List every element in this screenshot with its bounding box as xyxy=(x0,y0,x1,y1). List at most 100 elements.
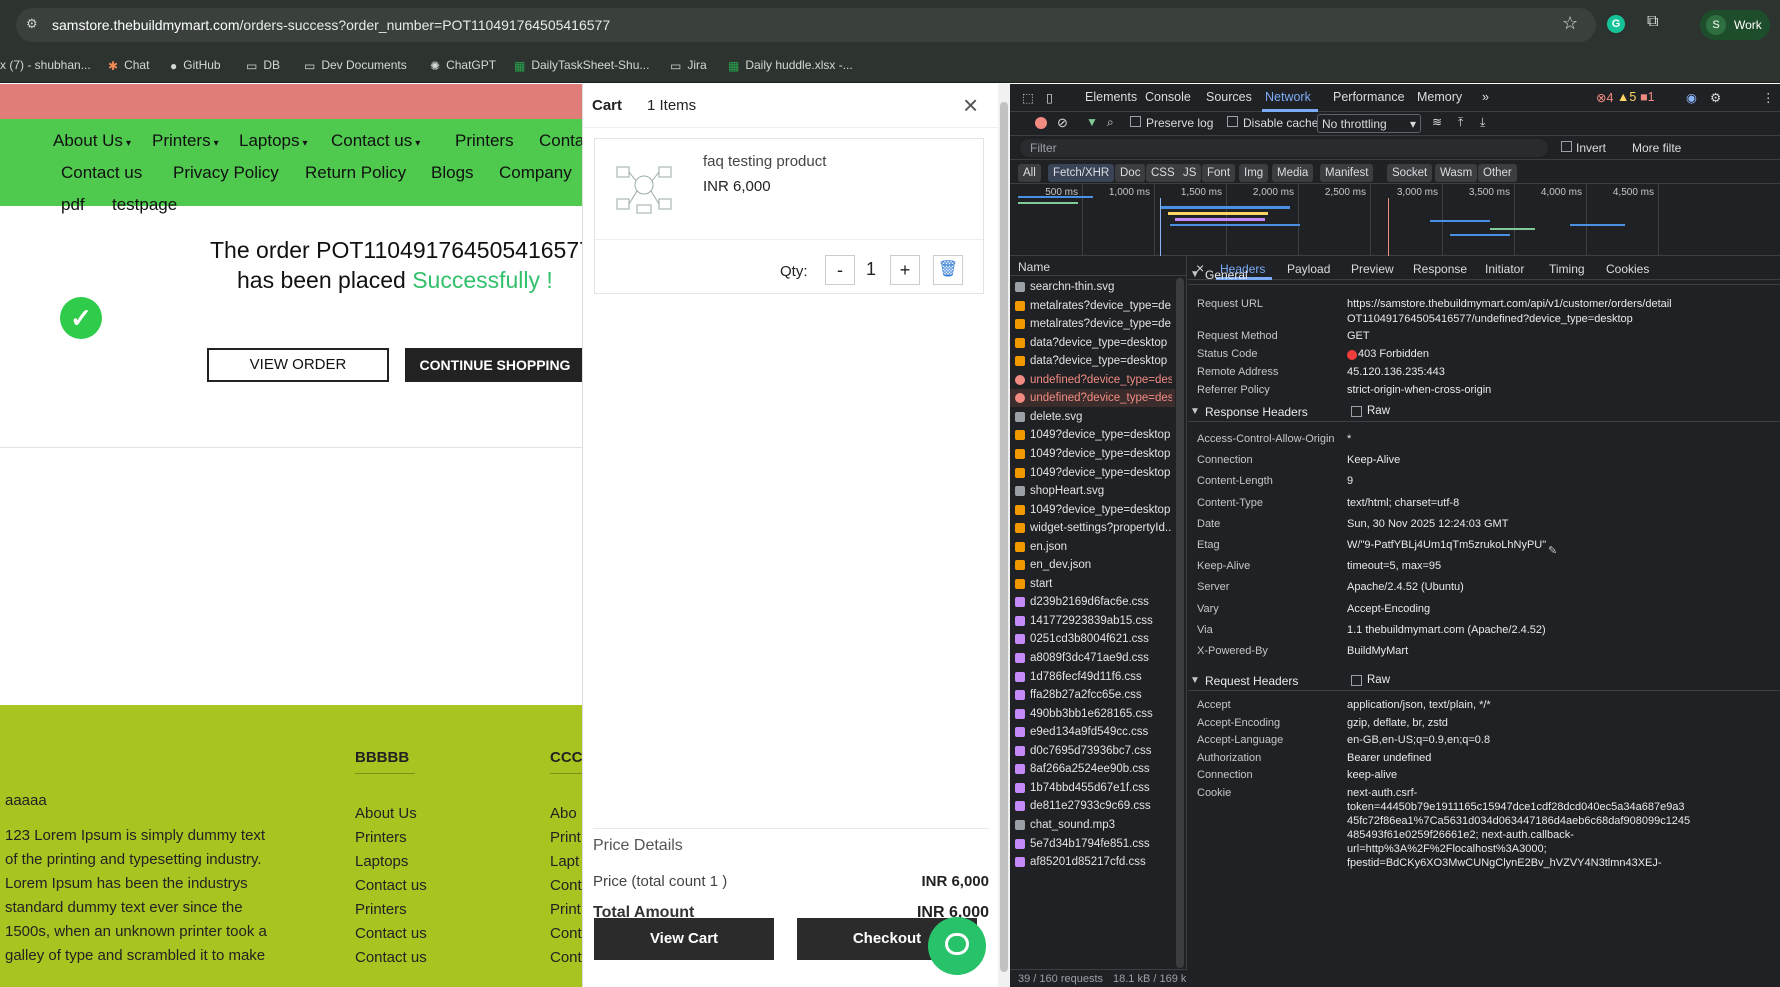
nav-contact-us-3[interactable]: Contact us xyxy=(61,163,142,183)
device-toolbar-icon[interactable]: ▯ xyxy=(1046,90,1053,105)
request-row[interactable]: a8089f3dc471ae9d.css xyxy=(1010,649,1175,667)
footer-link[interactable]: Printers xyxy=(355,901,407,918)
bookmark-item[interactable]: x (7) - shubhan... xyxy=(0,58,91,72)
tab-memory[interactable]: Memory xyxy=(1417,90,1462,104)
import-icon[interactable]: ⤒ xyxy=(1458,115,1463,130)
raw-checkbox[interactable] xyxy=(1351,406,1362,417)
view-order-button[interactable]: VIEW ORDER xyxy=(207,348,389,382)
filter-wasm[interactable]: Wasm xyxy=(1435,164,1478,182)
request-row[interactable]: delete.svg xyxy=(1010,408,1175,426)
tab-performance[interactable]: Performance xyxy=(1333,90,1405,104)
request-row[interactable]: 1b74bbd455d67e1f.css xyxy=(1010,779,1175,797)
cart-scrollbar[interactable] xyxy=(998,84,1010,987)
nav-contact-us[interactable]: Contact us ▾ xyxy=(331,131,420,151)
chat-widget-button[interactable] xyxy=(928,917,986,975)
grammarly-icon[interactable]: G xyxy=(1607,15,1625,33)
throttling-select[interactable]: No throttling ▾ xyxy=(1317,114,1421,133)
request-row[interactable]: af85201d85217cfd.css xyxy=(1010,853,1175,871)
bookmark-item[interactable]: ▦ Daily huddle.xlsx -... xyxy=(728,58,853,73)
request-row[interactable]: start xyxy=(1010,575,1175,593)
request-row[interactable]: metalrates?device_type=de... xyxy=(1010,315,1175,333)
tab-headers[interactable]: Headers xyxy=(1220,262,1265,276)
filter-doc[interactable]: Doc xyxy=(1115,164,1146,182)
request-row[interactable]: 1049?device_type=desktop xyxy=(1010,426,1175,444)
nav-return-policy[interactable]: Return Policy xyxy=(305,163,406,183)
footer-link[interactable]: Contact us xyxy=(355,877,427,894)
continue-shopping-button[interactable]: CONTINUE SHOPPING xyxy=(405,348,582,382)
tab-timing[interactable]: Timing xyxy=(1549,262,1585,276)
bookmark-item[interactable]: ▭ DB xyxy=(246,58,280,73)
qty-minus-button[interactable]: - xyxy=(825,255,855,285)
tab-console[interactable]: Console xyxy=(1145,90,1191,104)
item-name[interactable]: faq testing product xyxy=(703,153,826,170)
raw-checkbox[interactable] xyxy=(1351,675,1362,686)
request-row[interactable]: shopHeart.svg xyxy=(1010,482,1175,500)
filter-other[interactable]: Other xyxy=(1478,164,1517,182)
request-row[interactable]: metalrates?device_type=de... xyxy=(1010,297,1175,315)
bookmark-item[interactable]: ● GitHub xyxy=(170,58,221,73)
delete-icon[interactable]: 🗑 xyxy=(933,255,963,285)
request-row[interactable]: 1049?device_type=desktop xyxy=(1010,501,1175,519)
section-title[interactable]: Response Headers xyxy=(1205,405,1308,419)
export-icon[interactable]: ⤓ xyxy=(1480,115,1485,130)
filter-all[interactable]: All xyxy=(1018,164,1041,182)
request-row[interactable]: 1049?device_type=desktop xyxy=(1010,464,1175,482)
warning-count[interactable]: ▲5 xyxy=(1617,90,1636,104)
network-conditions-icon[interactable]: ≋ xyxy=(1432,115,1442,129)
filter-input[interactable]: Filter xyxy=(1020,139,1548,157)
request-row[interactable]: en_dev.json xyxy=(1010,556,1175,574)
footer-link[interactable]: Contact us xyxy=(355,925,427,942)
search-icon[interactable]: ⌕ xyxy=(1107,115,1114,130)
nav-printers[interactable]: Printers ▾ xyxy=(152,131,219,151)
tab-cookies[interactable]: Cookies xyxy=(1606,262,1649,276)
extensions-icon[interactable]: ⧉ xyxy=(1647,13,1658,31)
request-row[interactable]: widget-settings?propertyId... xyxy=(1010,519,1175,537)
bookmark-item[interactable]: ✱ Chat xyxy=(108,58,149,73)
extension-icon[interactable]: ◉ xyxy=(1686,90,1697,105)
filter-manifest[interactable]: Manifest xyxy=(1320,164,1374,182)
inspect-icon[interactable]: ⬚ xyxy=(1022,90,1034,105)
name-column-header[interactable]: Name xyxy=(1018,260,1050,274)
invert-checkbox[interactable] xyxy=(1561,141,1572,152)
error-count[interactable]: ⊗4 xyxy=(1596,90,1613,105)
profile-button[interactable]: S Work xyxy=(1700,10,1770,40)
filter-fetch-xhr[interactable]: Fetch/XHR xyxy=(1048,164,1115,182)
tab-network[interactable]: Network xyxy=(1265,90,1311,104)
footer-link[interactable]: Cont xyxy=(550,877,582,894)
footer-link[interactable]: About Us xyxy=(355,805,417,822)
footer-link[interactable]: Cont xyxy=(550,949,582,966)
tab-sources[interactable]: Sources xyxy=(1206,90,1252,104)
request-row[interactable]: 1049?device_type=desktop xyxy=(1010,445,1175,463)
preserve-log-checkbox[interactable] xyxy=(1130,116,1141,127)
request-row[interactable]: e9ed134a9fd549cc.css xyxy=(1010,723,1175,741)
request-row[interactable]: 490bb3bb1e628165.css xyxy=(1010,705,1175,723)
nav-contact-2[interactable]: Conta xyxy=(539,131,582,151)
tab-preview[interactable]: Preview xyxy=(1351,262,1394,276)
footer-link[interactable]: Abo xyxy=(550,805,577,822)
bookmark-item[interactable]: ▭ Jira xyxy=(670,58,707,73)
bookmark-star-icon[interactable]: ☆ xyxy=(1562,13,1578,34)
expand-triangle-icon[interactable]: ▼ xyxy=(1190,675,1200,686)
close-icon[interactable]: × xyxy=(963,90,978,121)
request-row[interactable]: data?device_type=desktop xyxy=(1010,352,1175,370)
tab-elements[interactable]: Elements xyxy=(1085,90,1137,104)
request-row[interactable]: undefined?device_type=des... xyxy=(1010,371,1175,389)
section-title[interactable]: Request Headers xyxy=(1205,674,1298,688)
record-icon[interactable] xyxy=(1035,117,1047,129)
request-row[interactable]: d0c7695d73936bc7.css xyxy=(1010,742,1175,760)
site-info-icon[interactable]: ⚙ xyxy=(26,16,38,32)
nav-blogs[interactable]: Blogs xyxy=(431,163,474,183)
bookmark-item[interactable]: ▦ DailyTaskSheet-Shu... xyxy=(514,58,649,73)
filter-js[interactable]: JS xyxy=(1178,164,1202,182)
request-row[interactable]: 8af266a2524ee90b.css xyxy=(1010,760,1175,778)
info-count[interactable]: ■1 xyxy=(1640,90,1655,104)
nav-pdf[interactable]: pdf xyxy=(61,195,85,215)
footer-link[interactable]: Print xyxy=(550,901,581,918)
filter-socket[interactable]: Socket xyxy=(1387,164,1433,182)
request-list-scrollbar[interactable] xyxy=(1176,278,1184,968)
nav-testpage[interactable]: testpage xyxy=(112,195,177,215)
bookmark-item[interactable]: ✺ ChatGPT xyxy=(430,58,496,73)
request-row[interactable]: 5e7d34b1794fe851.css xyxy=(1010,835,1175,853)
network-overview-timeline[interactable]: 500 ms 1,000 ms 1,500 ms 2,000 ms 2,500 ms 3,… xyxy=(1010,184,1780,256)
tab-initiator[interactable]: Initiator xyxy=(1485,262,1524,276)
